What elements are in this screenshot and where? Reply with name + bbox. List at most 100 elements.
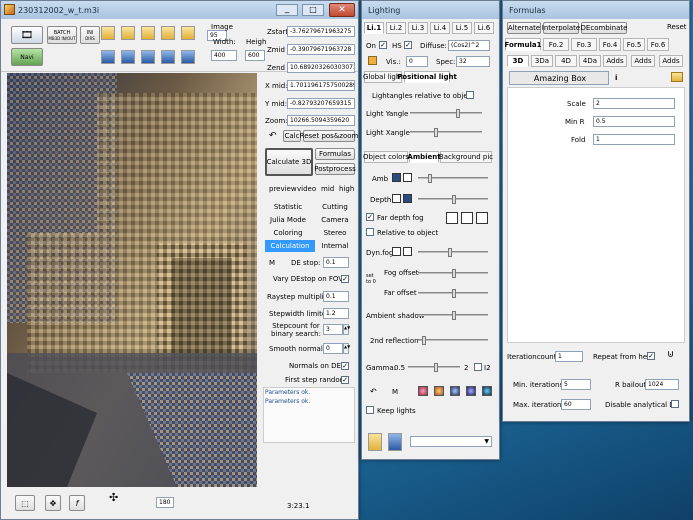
yangle-slider[interactable] [410, 109, 482, 118]
preset-icon-5[interactable] [482, 386, 492, 396]
interpolate-button[interactable]: Interpolate [542, 22, 580, 34]
formulas-titlebar[interactable]: Formulas [503, 1, 689, 19]
raystep-input[interactable]: 0.1 [323, 291, 349, 302]
spec-select[interactable]: 32 [456, 56, 490, 67]
min-iter-input[interactable]: 5 [561, 379, 591, 390]
formulas-button[interactable]: Formulas [315, 148, 355, 160]
gamma-slider[interactable] [408, 363, 460, 372]
open-bmp-icon[interactable] [101, 26, 115, 40]
slider-thumb[interactable] [428, 174, 432, 183]
depth-slider[interactable] [418, 195, 488, 204]
diffuse-select[interactable]: (Cos2)^2 [448, 40, 490, 51]
undo-icon[interactable]: ↶ [370, 387, 377, 396]
ymid-field[interactable]: -0.82793207659315 [287, 98, 355, 109]
save-m3i-icon[interactable] [121, 50, 135, 64]
relative-checkbox[interactable] [366, 228, 374, 236]
batch-button[interactable]: BATCH MB3D IN/OUT [47, 26, 77, 44]
slider-thumb[interactable] [434, 128, 438, 137]
ini-button[interactable]: INI DIRS [80, 26, 100, 44]
slider-thumb[interactable] [452, 269, 456, 278]
normals-checkbox[interactable]: ✓ [341, 362, 349, 370]
film-button[interactable]: 🎞 [11, 26, 43, 44]
param-input-scale[interactable]: 2 [593, 98, 675, 109]
preset-icon-1[interactable] [418, 386, 428, 396]
fog-mode-icon-2[interactable] [461, 212, 473, 224]
menu-calculation[interactable]: Calculation [265, 240, 315, 252]
save-png-icon[interactable] [161, 50, 175, 64]
max-iter-input[interactable]: 60 [561, 399, 591, 410]
smooth-input[interactable]: 0 [323, 343, 343, 354]
far-offset-slider[interactable] [418, 289, 488, 298]
slider-thumb[interactable] [452, 195, 456, 204]
formula-link-icon[interactable]: ⊍ [667, 349, 674, 360]
tab-li3[interactable]: Li.3 [408, 22, 428, 34]
close-icon[interactable]: ✕ [329, 3, 355, 17]
slider-thumb[interactable] [434, 363, 438, 372]
height-input[interactable]: 600 [245, 50, 265, 61]
zoom-field[interactable]: 10266.5094359620 [287, 115, 355, 126]
menu-internal[interactable]: Internal [315, 240, 355, 252]
function-button[interactable]: f [69, 495, 85, 511]
tab-fo3[interactable]: Fo.3 [571, 38, 597, 51]
calculate-3d-button[interactable]: Calculate 3D [265, 148, 313, 176]
menu-statistic[interactable]: Statistic [265, 201, 311, 213]
reset-pos-zoom-button[interactable]: Reset pos&zoom [300, 130, 358, 142]
save-m3p-icon[interactable] [141, 50, 155, 64]
tab-3d[interactable]: 3D [507, 55, 529, 67]
calc-button[interactable]: Calc [283, 130, 301, 142]
slider-thumb[interactable] [452, 289, 456, 298]
de-stop-input[interactable]: 0.1 [323, 257, 349, 268]
tab-fo5[interactable]: Fo.5 [623, 38, 645, 51]
depth-color-1[interactable] [392, 194, 401, 203]
menu-stereo[interactable]: Stereo [315, 227, 355, 239]
stepwidth-input[interactable]: 1.2 [323, 308, 349, 319]
tab-object-colors[interactable]: Object colors [363, 151, 409, 163]
tab-formula1[interactable]: Formula1 [504, 38, 542, 51]
slider-thumb[interactable] [456, 109, 460, 118]
amb-color-2[interactable] [403, 173, 412, 182]
dyn-fog-color-2[interactable] [403, 247, 412, 256]
first-step-checkbox[interactable]: ✓ [341, 376, 349, 384]
tab-3da[interactable]: 3Da [531, 55, 553, 67]
main-titlebar[interactable]: 230312002_w_t.m3i _ □ ✕ [1, 1, 358, 19]
tab-positional-light[interactable]: Positional light [397, 71, 457, 83]
open-m3p-icon[interactable] [141, 26, 155, 40]
light-color-swatch[interactable] [368, 56, 377, 65]
navigate-arrows-icon[interactable]: ✣ [109, 491, 118, 504]
tab-fo2[interactable]: Fo.2 [543, 38, 569, 51]
info-button[interactable]: i [615, 74, 617, 82]
tab-adds-3[interactable]: Adds [659, 55, 683, 67]
fog-mode-icon-3[interactable] [476, 212, 488, 224]
open-jpg-icon[interactable] [181, 26, 195, 40]
decombinate-button[interactable]: DEcombinate [581, 22, 627, 34]
tab-li5[interactable]: Li.5 [452, 22, 472, 34]
depth-color-2[interactable] [403, 194, 412, 203]
r-bailout-input[interactable]: 1024 [645, 379, 679, 390]
render-preview[interactable] [7, 73, 257, 487]
maximize-icon[interactable]: □ [302, 4, 324, 16]
reset-button[interactable]: Reset [667, 23, 687, 31]
zstart-field[interactable]: -3.76279671963275 [287, 26, 355, 37]
param-input-min-r[interactable]: 0.5 [593, 116, 675, 127]
smooth-spinner[interactable]: ▲▼ [343, 343, 350, 354]
far-depth-checkbox[interactable]: ✓ [366, 213, 374, 221]
undo-icon[interactable]: ↶ [269, 131, 277, 141]
tab-li1[interactable]: Li.1 [364, 22, 384, 34]
open-light-icon[interactable] [368, 433, 382, 451]
zmid-field[interactable]: -0.39079671963728 [287, 44, 355, 55]
navi-button[interactable]: Navi [11, 48, 43, 66]
save-bmp-icon[interactable] [101, 50, 115, 64]
param-input-fold[interactable]: 1 [593, 134, 675, 145]
fov-input[interactable]: 180 [156, 497, 174, 508]
slider-thumb[interactable] [422, 336, 426, 345]
slider-thumb[interactable] [452, 311, 456, 320]
fog-offset-slider[interactable] [418, 269, 488, 278]
dyn-fog-color-1[interactable] [392, 247, 401, 256]
on-checkbox[interactable]: ✓ [379, 41, 387, 49]
open-png-icon[interactable] [161, 26, 175, 40]
open-m3i-icon[interactable] [121, 26, 135, 40]
menu-camera[interactable]: Camera [315, 214, 355, 226]
lightangles-checkbox[interactable] [466, 91, 474, 99]
preview-mode-mid[interactable]: mid [321, 185, 334, 193]
formula-name-field[interactable]: Amazing Box [509, 71, 609, 85]
